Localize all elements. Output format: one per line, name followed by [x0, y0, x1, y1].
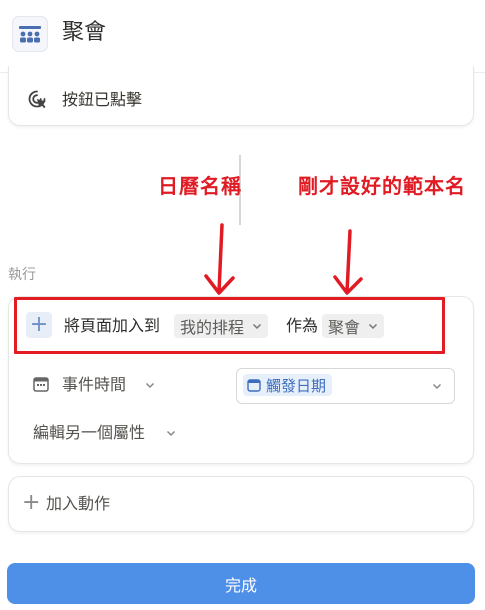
done-button[interactable]: 完成	[7, 563, 475, 604]
chevron-down-icon[interactable]	[145, 380, 155, 390]
page-title: 聚會	[62, 20, 107, 45]
add-action-label: 加入動作	[46, 494, 111, 513]
app-icon	[12, 16, 48, 52]
plus-icon: +	[22, 490, 41, 515]
calendar-icon	[33, 377, 49, 392]
event-time-value: 觸發日期	[266, 376, 327, 395]
event-time-value-chip: 觸發日期	[243, 374, 333, 396]
chevron-down-icon[interactable]	[166, 428, 176, 438]
group-people-icon	[19, 26, 41, 43]
annotation-calendar-name: 日曆名稱	[158, 174, 242, 198]
annotation-arrow-left	[204, 223, 235, 295]
annotation-highlight-frame	[14, 297, 445, 354]
section-label-execute: 執行	[8, 267, 36, 283]
event-time-label[interactable]: 事件時間	[62, 373, 126, 397]
annotation-template-name: 剛才設好的範本名	[298, 174, 466, 198]
edit-another-property-button[interactable]: 編輯另一個屬性	[33, 421, 145, 445]
click-pointer-icon	[28, 90, 46, 109]
trigger-label: 按鈕已點擊	[62, 90, 143, 109]
chevron-down-icon[interactable]	[432, 381, 442, 391]
annotation-arrow-right	[333, 229, 363, 295]
calendar-icon	[247, 379, 261, 392]
